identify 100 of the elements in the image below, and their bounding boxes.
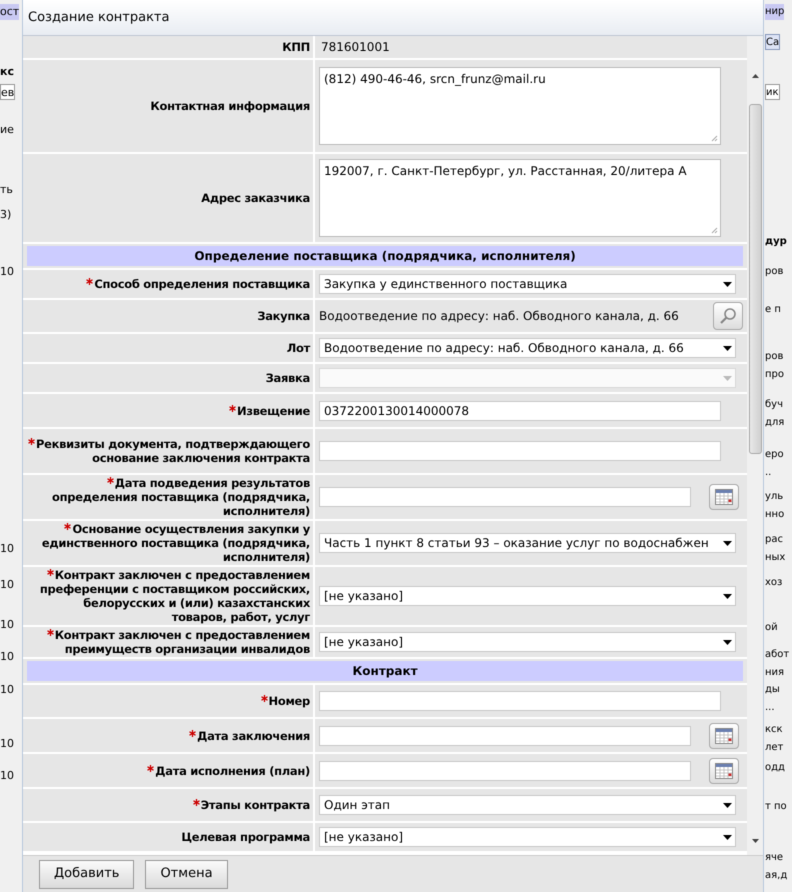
background-text: нир (765, 4, 784, 20)
calendar-button[interactable] (709, 484, 739, 510)
background-text: дур (765, 235, 787, 249)
background-text: 10 (0, 541, 14, 557)
scroll-down-icon (752, 839, 759, 843)
background-text: ев (0, 84, 16, 100)
background-text: ных (765, 551, 786, 565)
input-field[interactable] (319, 441, 721, 461)
background-text: ост (0, 4, 20, 20)
background-text: 10 (0, 768, 14, 784)
background-text: ... (765, 701, 775, 715)
field-label: КПП (282, 40, 310, 54)
field-label: Лот (286, 341, 310, 355)
field-label: Контактная информация (150, 99, 310, 113)
dropdown[interactable]: Закупка у единственного поставщика (319, 274, 736, 294)
calendar-icon (715, 489, 733, 505)
input-field[interactable]: 0372200130014000078 (319, 400, 721, 420)
calendar-button[interactable] (709, 758, 739, 784)
field-value: 781601001 (320, 39, 390, 56)
background-text: 10 (0, 264, 14, 280)
window-title: Создание контракта (28, 8, 170, 27)
background-text: ик (765, 84, 780, 100)
dropdown[interactable]: [не указано] (319, 586, 736, 606)
background-text: ров (765, 265, 784, 279)
caret-icon (723, 540, 732, 546)
background-text: 10 (0, 577, 14, 593)
background-text: нно (765, 508, 784, 522)
background-text: для (765, 416, 784, 430)
caret-icon (723, 594, 732, 598)
input-field[interactable] (319, 691, 721, 711)
caret-icon (723, 834, 732, 840)
scroll-up-icon (752, 74, 759, 78)
dialog-button[interactable]: Отмена (145, 860, 228, 888)
background-text: абот (765, 648, 790, 662)
background-text: ая,д (765, 869, 788, 883)
field-label: Закупка (257, 309, 310, 323)
section-header: Контракт (27, 661, 744, 681)
background-text: лет (765, 741, 784, 755)
date-field[interactable] (319, 726, 691, 746)
background-text: одд (765, 761, 785, 775)
scrollbar[interactable] (747, 36, 763, 855)
search-icon (719, 307, 737, 325)
dropdown[interactable]: [не указано] (319, 827, 736, 847)
background-text: Са (765, 34, 780, 50)
caret-icon (723, 346, 732, 350)
background-text: т по (765, 800, 787, 814)
background-text: яче (765, 851, 784, 865)
background-text: рас (765, 533, 783, 547)
background-text: ие (0, 122, 14, 138)
field-label: Дата исполнения (план) (147, 764, 310, 778)
field-label: Контракт заключен с предоставлением преференции с поставщиком российских, белорусских и (или) казахстанских товаров, работ, услуг (38, 568, 310, 624)
scroll-thumb[interactable] (748, 104, 762, 454)
background-text: 10 (0, 617, 14, 633)
section-header: Определение поставщика (подрядчика, исполнителя) (27, 246, 744, 266)
field-label: Этапы контракта (192, 798, 310, 812)
caret-icon (723, 282, 732, 286)
background-text: кск (765, 723, 783, 737)
text-area[interactable]: (812) 490-46-46, srcn_frunz@mail.ru (319, 67, 721, 145)
field-label: Дата подведения результатов определения поставщика (подрядчика, исполнителя) (51, 476, 310, 518)
field-value: Водоотведение по адресу: наб. Обводного канала, д. 66 (319, 308, 679, 325)
search-button[interactable] (713, 302, 743, 330)
background-text: 10 (0, 682, 14, 698)
text-area[interactable]: 192007, г. Санкт-Петербург, ул. Расстанная, 20/литера А (319, 159, 721, 237)
calendar-button[interactable] (709, 722, 739, 748)
background-text: ров (765, 350, 784, 364)
background-text: 10 (0, 736, 14, 752)
field-label: Заявка (266, 371, 310, 385)
field-label: Контракт заключен с предоставлением преимуществ организации инвалидов (25, 628, 310, 656)
dialog-button[interactable]: Добавить (39, 860, 134, 888)
background-text: еро (765, 448, 784, 462)
field-label: Целевая программа (181, 830, 310, 844)
field-label: Адрес заказчика (201, 191, 310, 205)
field-label: Дата заключения (189, 728, 310, 742)
background-text: ть (0, 182, 13, 198)
background-text: хоз (765, 576, 782, 590)
field-label: Номер (260, 694, 310, 708)
calendar-icon (715, 728, 733, 744)
calendar-icon (715, 762, 733, 778)
dropdown[interactable]: Часть 1 пункт 8 статьи 93 – оказание услуг по водоснабжен (319, 533, 736, 553)
field-label: Основание осуществления закупки у единственного поставщика (подрядчика, исполнителя) (40, 522, 310, 564)
caret-icon (723, 802, 732, 808)
background-text: ды (765, 683, 780, 697)
date-field[interactable] (319, 487, 691, 507)
field-label: Способ определения поставщика (86, 277, 310, 291)
background-text: .. (765, 466, 772, 480)
background-text: 10 (0, 649, 14, 665)
background-text: кс (0, 64, 14, 80)
background-text: про (765, 368, 784, 382)
date-field[interactable] (319, 760, 691, 780)
dropdown[interactable]: Один этап (319, 795, 736, 815)
background-text: 3) (0, 207, 12, 223)
background-text: буч (765, 398, 783, 412)
dropdown[interactable]: [не указано] (319, 632, 736, 652)
field-label: Извещение (229, 404, 310, 418)
background-text: уль (765, 490, 784, 504)
resize-handle-icon (711, 227, 718, 234)
field-label: Реквизиты документа, подтверждающего основание заключения контракта (25, 437, 310, 465)
resize-handle-icon (711, 135, 718, 142)
background-text: ой (765, 621, 778, 635)
dropdown[interactable]: Водоотведение по адресу: наб. Обводного канала, д. 66 (319, 338, 736, 358)
